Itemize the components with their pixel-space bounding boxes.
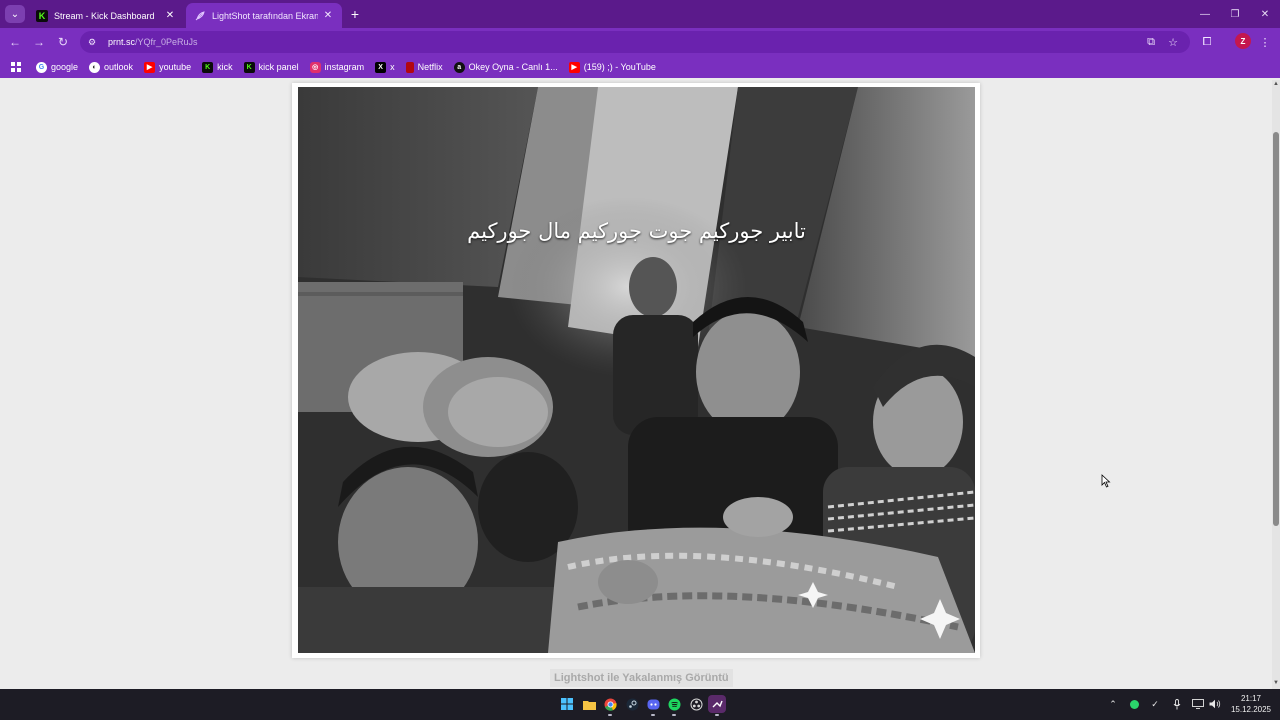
obs-icon[interactable] [687,695,705,713]
scroll-thumb[interactable] [1273,132,1279,526]
address-bar[interactable]: ⚙ prnt.sc/YQfr_0PeRuJs [80,31,1190,53]
bookmark-x[interactable]: Xx [375,61,395,73]
youtube-icon: ▶ [568,61,580,73]
tab-search-button[interactable]: ⌄ [5,5,25,23]
show-hidden-icons-chevron-icon[interactable]: ⌃ [1106,697,1120,711]
forward-button[interactable]: → [30,33,48,51]
bookmark-star-icon[interactable]: ☆ [1164,33,1182,51]
tab-lightshot[interactable]: LightShot tarafından Ekran Görüntüsü ✕ [186,3,342,28]
page-scrollbar[interactable]: ▲ ▼ [1272,80,1280,689]
bookmark-youtube[interactable]: ▶ youtube [144,61,192,73]
running-indicator [608,714,612,716]
lightshot-page: تابير جوركيم جوت جوركيم مال جوركيم Light… [0,80,1272,689]
bookmark-label: instagram [324,62,365,72]
google-icon: G [36,61,47,73]
chrome-icon[interactable] [601,695,619,716]
extensions-icon[interactable]: ⧠ [1198,33,1216,51]
profile-avatar[interactable]: Z [1235,33,1251,49]
lightshot-footer: Lightshot ile Yakalanmış Görüntü [550,669,733,687]
kick-icon: K [202,61,214,73]
scroll-up-icon[interactable]: ▲ [1272,81,1280,89]
reload-button[interactable]: ↻ [54,33,72,51]
bookmark-outlook[interactable]: ◐ outlook [89,61,134,73]
bookmark-label: x [390,62,395,72]
spotify-icon[interactable] [665,695,683,716]
image-caption-overlay: تابير جوركيم جوت جوركيم مال جوركيم [467,219,806,243]
screenshot-frame: تابير جوركيم جوت جوركيم مال جوركيم [292,83,980,658]
close-icon[interactable]: ✕ [322,10,334,21]
install-app-icon[interactable]: ⧉ [1142,33,1160,51]
bookmark-label: Netflix [417,62,443,72]
url-host: prnt.sc [108,37,136,47]
discord-icon[interactable] [644,695,662,716]
bookmark-label: kick panel [258,62,299,72]
bookmarks-bar: Ggoogle ◐ outlook ▶ youtube Kkick Kkick pa… [0,56,1280,78]
screenshot-image: تابير جوركيم جوت جوركيم مال جوركيم [298,87,975,653]
chevron-down-icon: ⌄ [10,8,20,20]
bookmark-kick[interactable]: Kkick [202,61,233,73]
okey-icon: a [453,61,465,73]
bookmark-label: kick [217,62,233,72]
windows-taskbar: ⌃ ✓ 21:17 15.12.2025 [0,689,1280,720]
microphone-icon[interactable] [1170,697,1184,711]
bookmark-label: (159) ;) - YouTube [583,62,656,72]
netflix-icon [405,61,414,73]
browser-tab-strip: ⌄ K Stream - Kick Dashboard ✕ LightShot … [0,0,1280,28]
browser-toolbar: ← → ↻ ⚙ prnt.sc/YQfr_0PeRuJs ⧉ ☆ ⧠ ⋮ [0,28,1280,56]
bookmark-google[interactable]: Ggoogle [36,61,79,73]
tab-kick-dashboard[interactable]: K Stream - Kick Dashboard ✕ [28,3,184,28]
minimize-button[interactable]: — [1190,0,1220,28]
site-info-icon[interactable]: ⚙ [88,37,102,48]
outlook-icon: ◐ [89,61,101,73]
volume-icon[interactable] [1208,697,1222,711]
file-explorer-icon[interactable] [580,695,598,713]
apps-grid-icon[interactable] [8,59,24,75]
window-close-button[interactable]: ✕ [1250,0,1280,28]
lightshot-feather-icon [194,10,206,22]
kick-icon: K [243,61,255,73]
x-icon: X [375,61,387,73]
bookmark-youtube-159[interactable]: ▶ (159) ;) - YouTube [568,61,656,73]
bookmark-netflix[interactable]: Netflix [405,61,443,73]
system-clock[interactable]: 21:17 15.12.2025 [1226,693,1276,715]
bookmark-label: youtube [159,62,192,72]
instagram-icon: ◎ [309,61,321,73]
tab-title: LightShot tarafından Ekran Görüntüsü [212,10,318,21]
bookmark-label: outlook [104,62,134,72]
steam-icon[interactable] [623,695,641,713]
scroll-down-icon[interactable]: ▼ [1272,680,1280,688]
steam-tray-icon[interactable]: ✓ [1148,697,1162,711]
restore-button[interactable]: ❐ [1220,0,1250,28]
tab-title: Stream - Kick Dashboard [54,10,155,21]
youtube-icon: ▶ [144,61,156,73]
windows-start-icon[interactable] [558,695,576,713]
kick-icon: K [36,9,48,22]
running-indicator [715,714,719,716]
bookmark-instagram[interactable]: ◎ instagram [309,61,365,73]
green-status-icon[interactable] [1127,697,1141,711]
running-indicator [651,714,655,716]
bookmark-kick-panel[interactable]: Kkick panel [243,61,299,73]
new-tab-button[interactable]: + [346,5,364,23]
screenshot-photo [298,87,975,653]
kick-studio-icon[interactable] [708,695,726,716]
bookmark-label: Okey Oyna - Canlı 1... [468,62,558,72]
bookmark-label: google [51,62,79,72]
clock-date: 15.12.2025 [1230,705,1272,714]
running-indicator [672,714,676,716]
browser-menu-icon[interactable]: ⋮ [1256,33,1274,51]
url-path: /YQfr_0PeRuJs [135,37,198,47]
clock-time: 21:17 [1240,694,1262,703]
back-button[interactable]: ← [6,33,24,51]
bookmark-okey[interactable]: a Okey Oyna - Canlı 1... [453,61,558,73]
close-icon[interactable]: ✕ [164,10,176,21]
mouse-cursor-icon [1101,474,1111,488]
network-icon[interactable] [1191,697,1205,711]
